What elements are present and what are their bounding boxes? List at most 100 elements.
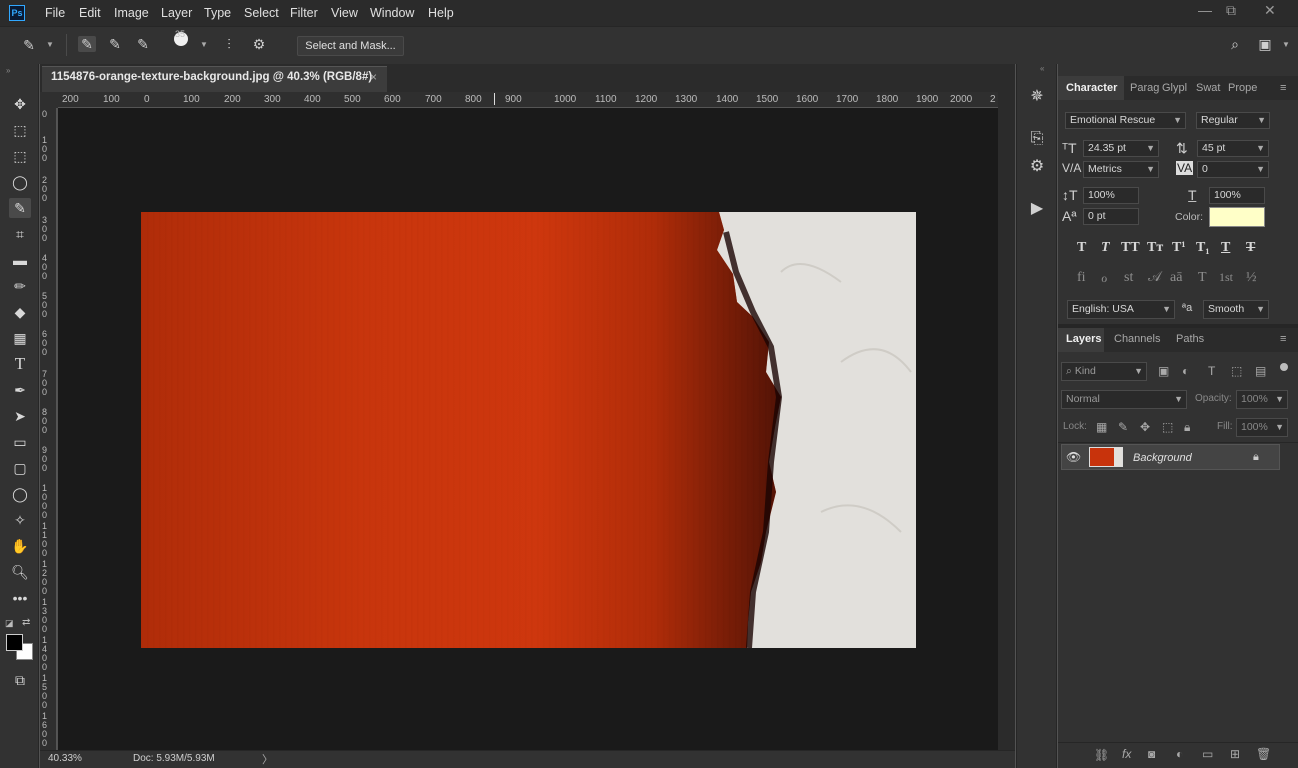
lasso-tool-icon[interactable]: ◯: [9, 172, 31, 192]
history-icon[interactable]: ⎘: [1026, 128, 1048, 150]
tab-character[interactable]: Character: [1066, 82, 1117, 94]
eraser-tool-icon[interactable]: ◆: [9, 302, 31, 322]
rectangle-tool-icon[interactable]: ▭: [9, 432, 31, 452]
menu-image[interactable]: Image: [114, 6, 149, 20]
chevron-down-icon[interactable]: ▼: [200, 40, 208, 49]
font-family-select[interactable]: Emotional Rescue ▼: [1065, 112, 1186, 129]
stylistic-alternates-button[interactable]: aā: [1170, 270, 1182, 286]
add-to-selection-icon[interactable]: ✎: [106, 36, 124, 52]
custom-shape-tool-icon[interactable]: ✧: [9, 510, 31, 530]
tab-paragraph[interactable]: Parag: [1130, 82, 1159, 94]
subtract-from-selection-icon[interactable]: ✎: [134, 36, 152, 52]
filter-toggle-icon[interactable]: [1280, 363, 1288, 371]
menu-layer[interactable]: Layer: [161, 6, 192, 20]
workspace-icon[interactable]: ▣: [1256, 36, 1274, 52]
type-tool-icon[interactable]: T: [9, 354, 31, 374]
menu-view[interactable]: View: [331, 6, 358, 20]
old-style-button[interactable]: ℴ: [1101, 270, 1107, 287]
collapse-arrows-icon[interactable]: «: [1040, 64, 1044, 73]
vertical-scale-field[interactable]: 100%: [1083, 187, 1139, 204]
actions-play-icon[interactable]: ▶: [1026, 198, 1048, 220]
marquee-tool-icon[interactable]: ⬚: [9, 146, 31, 166]
lock-image-icon[interactable]: ✎: [1118, 420, 1128, 434]
properties-icon[interactable]: ⚙: [1026, 156, 1048, 178]
delete-layer-icon[interactable]: 🗑︎: [1256, 747, 1271, 761]
filter-pixel-icon[interactable]: ▣: [1158, 364, 1169, 378]
menu-window[interactable]: Window: [370, 6, 414, 20]
ellipse-tool-icon[interactable]: ◯: [9, 484, 31, 504]
screen-mode-icon[interactable]: ⧉: [9, 670, 31, 690]
restore-button[interactable]: ⧉: [1226, 2, 1236, 19]
new-selection-icon[interactable]: ✎: [78, 36, 96, 52]
vertical-ruler[interactable]: 0 100 200 300 400 500 600 700 800 900 10…: [40, 108, 57, 750]
rounded-rectangle-tool-icon[interactable]: ▢: [9, 458, 31, 478]
minimize-button[interactable]: —: [1198, 2, 1212, 18]
titling-alternates-button[interactable]: T: [1198, 270, 1207, 286]
filter-shape-icon[interactable]: ⬚: [1231, 364, 1242, 378]
collapse-arrows-icon[interactable]: »: [6, 66, 10, 75]
menu-type[interactable]: Type: [204, 6, 231, 20]
ruler-origin[interactable]: [40, 92, 58, 108]
swash-button[interactable]: 𝒜: [1148, 270, 1161, 286]
gradient-tool-icon[interactable]: ▦: [9, 328, 31, 348]
fx-icon[interactable]: fx: [1122, 747, 1131, 761]
close-document-icon[interactable]: ×: [370, 70, 377, 84]
new-group-icon[interactable]: ▭: [1202, 747, 1213, 761]
new-layer-icon[interactable]: ⊞: [1230, 747, 1240, 761]
menu-edit[interactable]: Edit: [79, 6, 101, 20]
chevron-down-icon[interactable]: ▼: [46, 40, 54, 49]
document-image[interactable]: [141, 212, 916, 648]
baseline-shift-field[interactable]: 0 pt: [1083, 208, 1139, 225]
tab-channels[interactable]: Channels: [1114, 333, 1160, 345]
antialias-select[interactable]: Smooth ▼: [1203, 300, 1269, 319]
subscript-button[interactable]: T₁: [1196, 240, 1210, 256]
filter-smart-object-icon[interactable]: ▤: [1255, 364, 1266, 378]
vertical-scrollbar[interactable]: [998, 92, 1015, 752]
status-menu-arrow[interactable]: 〉: [262, 751, 273, 767]
leading-field[interactable]: 45 pt ▼: [1197, 140, 1269, 157]
font-size-field[interactable]: 24.35 pt ▼: [1083, 140, 1159, 157]
eye-visibility-icon[interactable]: 👁︎: [1066, 450, 1081, 464]
menu-select[interactable]: Select: [244, 6, 279, 20]
sample-all-layers-icon[interactable]: ⫶: [220, 36, 238, 52]
tab-layers[interactable]: Layers: [1066, 333, 1101, 345]
ligatures-button[interactable]: fi: [1077, 270, 1086, 286]
quick-selection-tool-icon[interactable]: ✎: [9, 198, 31, 218]
ordinals-button[interactable]: 1st: [1219, 270, 1233, 285]
select-and-mask-button[interactable]: Select and Mask...: [297, 36, 404, 56]
kerning-field[interactable]: Metrics ▼: [1083, 161, 1159, 178]
more-tools-icon[interactable]: •••: [9, 588, 31, 608]
zoom-tool-icon[interactable]: 🔍︎: [9, 562, 31, 582]
filter-type-icon[interactable]: T: [1208, 364, 1215, 378]
layer-thumbnail[interactable]: [1089, 447, 1123, 467]
pen-tool-icon[interactable]: ✒: [9, 380, 31, 400]
tab-glyphs[interactable]: Glypl: [1162, 82, 1187, 94]
strikethrough-button[interactable]: T: [1246, 240, 1255, 256]
lock-transparent-icon[interactable]: ▦: [1096, 420, 1107, 434]
text-color-swatch[interactable]: [1209, 207, 1265, 227]
fill-field[interactable]: 100% ▼: [1236, 418, 1288, 437]
ruler-tool-icon[interactable]: ▬: [9, 250, 31, 270]
link-layers-icon[interactable]: ⛓︎: [1094, 748, 1109, 762]
menu-help[interactable]: Help: [428, 6, 454, 20]
artboard-tool-icon[interactable]: ⬚: [9, 120, 31, 140]
lock-all-icon[interactable]: 🔒︎: [1184, 420, 1190, 435]
menu-file[interactable]: File: [45, 6, 65, 20]
fractions-button[interactable]: ½: [1246, 270, 1257, 286]
small-caps-button[interactable]: Tт: [1147, 240, 1163, 256]
lock-position-icon[interactable]: ✥: [1140, 420, 1150, 434]
hand-tool-icon[interactable]: ✋: [9, 536, 31, 556]
quick-selection-preset-icon[interactable]: ✎: [20, 37, 38, 53]
brush-tool-icon[interactable]: ✏: [9, 276, 31, 296]
navigator-icon[interactable]: ✵: [1026, 86, 1048, 108]
chevron-down-icon[interactable]: ▼: [1282, 40, 1290, 49]
tab-paths[interactable]: Paths: [1176, 333, 1204, 345]
menu-filter[interactable]: Filter: [290, 6, 318, 20]
panel-menu-icon[interactable]: ≡: [1280, 82, 1286, 94]
layer-filter-kind[interactable]: ⌕ Kind ▼: [1061, 362, 1147, 381]
tracking-field[interactable]: 0 ▼: [1197, 161, 1269, 178]
swap-colors-icon[interactable]: ⇄: [22, 617, 30, 628]
superscript-button[interactable]: T¹: [1172, 240, 1186, 256]
zoom-level[interactable]: 40.33%: [48, 753, 82, 764]
horizontal-ruler[interactable]: 200 100 0 100 200 300 400 500 600 700 80…: [58, 92, 998, 108]
